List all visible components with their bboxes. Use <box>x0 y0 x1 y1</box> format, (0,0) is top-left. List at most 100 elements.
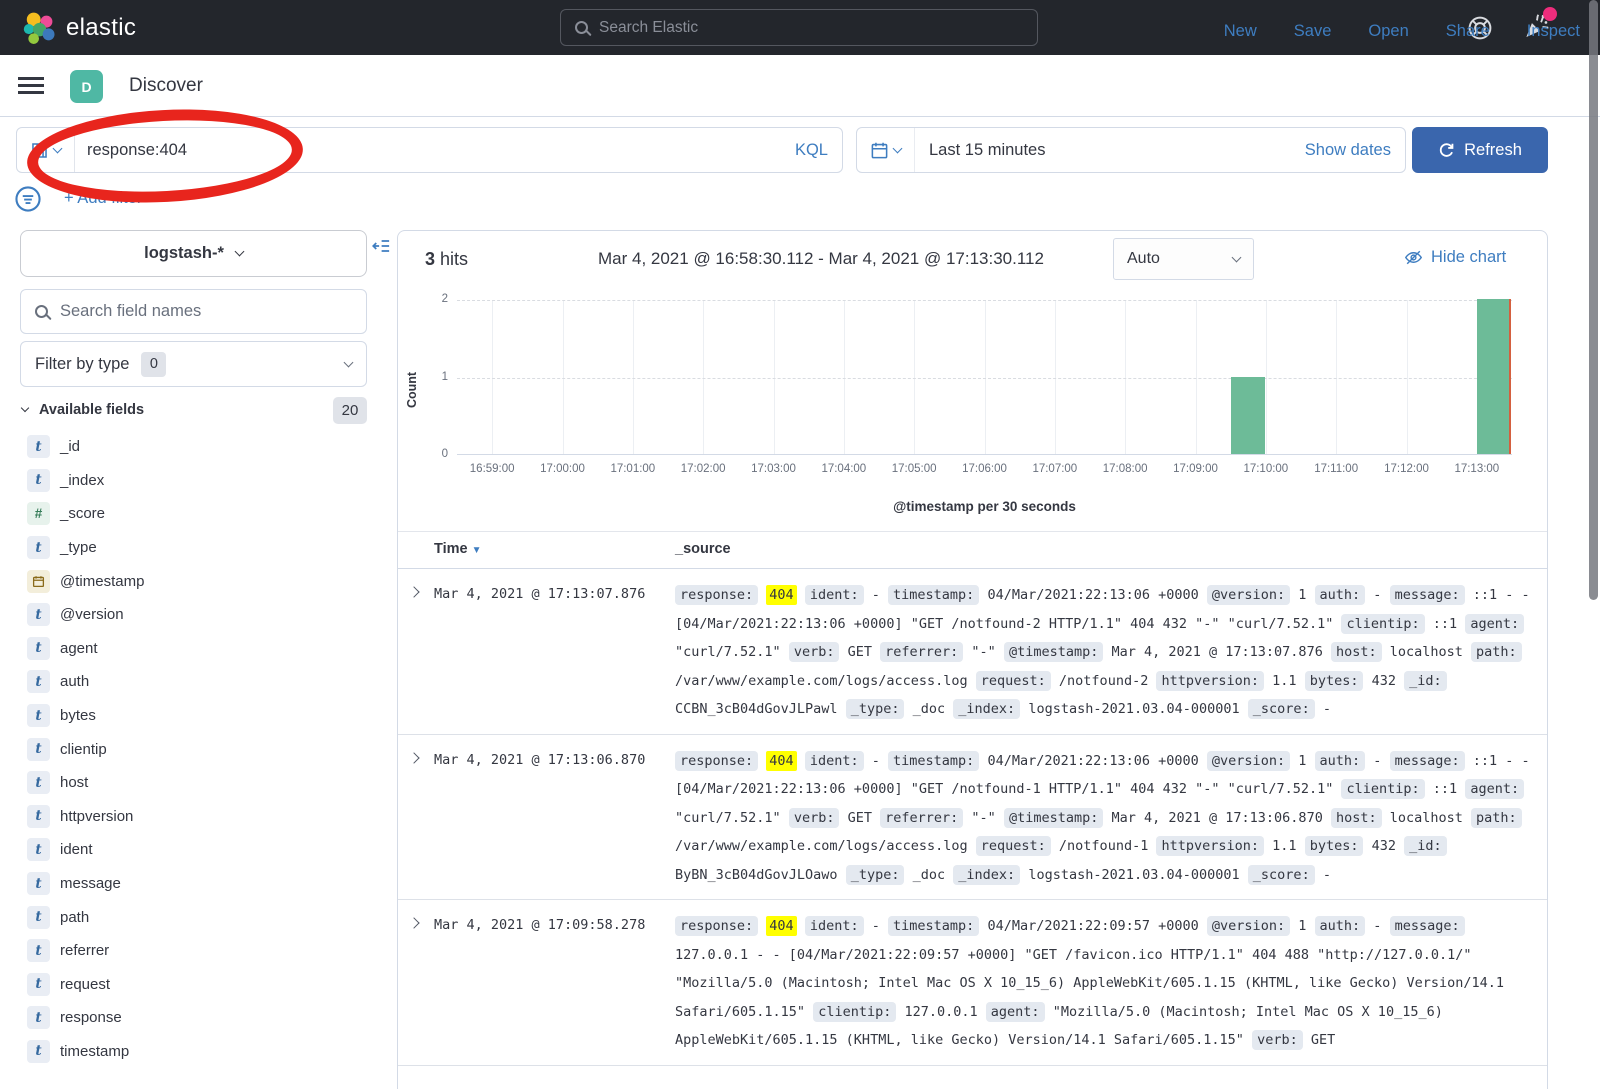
chevron-down-icon <box>53 143 63 153</box>
field-item-ident[interactable]: tident <box>20 833 367 867</box>
field-item-_index[interactable]: t_index <box>20 464 367 498</box>
saved-query-menu-button[interactable] <box>17 128 75 172</box>
time-range-button[interactable]: Last 15 minutes <box>915 141 1305 160</box>
field-name: host <box>60 774 88 791</box>
histogram-bar[interactable] <box>1477 299 1511 454</box>
field-item-timestamp[interactable]: ttimestamp <box>20 1035 367 1069</box>
field-item-request[interactable]: trequest <box>20 968 367 1002</box>
discover-app-badge[interactable]: D <box>70 70 103 103</box>
field-name-pill: timestamp: <box>888 916 979 936</box>
field-value: GET <box>848 810 872 826</box>
field-value: GET <box>1311 1032 1335 1048</box>
add-filter-button[interactable]: + Add filter <box>64 189 142 208</box>
calendar-icon <box>870 141 889 160</box>
y-tick-label: 1 <box>442 371 448 383</box>
available-fields-accordion[interactable]: Available fields 20 <box>22 396 367 424</box>
field-item-agent[interactable]: tagent <box>20 632 367 666</box>
query-input[interactable]: response:404 <box>75 141 795 160</box>
field-value: - <box>1373 587 1381 603</box>
quick-select-menu-button[interactable] <box>857 128 915 172</box>
expand-row-icon[interactable] <box>408 752 419 763</box>
field-name: path <box>60 909 89 926</box>
nav-action-share[interactable]: Share <box>1446 22 1490 41</box>
menu-icon[interactable] <box>18 77 44 94</box>
hide-chart-button[interactable]: Hide chart <box>1404 248 1506 267</box>
chevron-down-icon <box>893 143 903 153</box>
field-item-@version[interactable]: t@version <box>20 598 367 632</box>
number-field-icon: # <box>27 502 50 525</box>
field-name-pill: referrer: <box>880 808 963 828</box>
type-filter-count-badge: 0 <box>141 352 166 377</box>
x-tick-label: 17:06:00 <box>948 463 1022 475</box>
row-time: Mar 4, 2021 @ 17:13:06.870 <box>434 752 645 768</box>
field-item-referrer[interactable]: treferrer <box>20 934 367 968</box>
y-tick-label: 0 <box>442 448 448 460</box>
field-item-path[interactable]: tpath <box>20 900 367 934</box>
field-item-httpversion[interactable]: thttpversion <box>20 800 367 834</box>
histogram-bar[interactable] <box>1231 377 1265 455</box>
nav-action-new[interactable]: New <box>1224 22 1257 41</box>
string-field-icon: t <box>27 738 50 761</box>
index-pattern-selector[interactable]: logstash-* <box>20 230 367 277</box>
show-dates-button[interactable]: Show dates <box>1305 141 1405 160</box>
chart-time-range: Mar 4, 2021 @ 16:58:30.112 - Mar 4, 2021… <box>598 249 1044 269</box>
highlighted-value: 404 <box>766 916 796 936</box>
row-source: response: 404 ident: - timestamp: 04/Mar… <box>675 581 1543 724</box>
collapse-sidebar-icon[interactable] <box>371 236 391 261</box>
field-item-message[interactable]: tmessage <box>20 867 367 901</box>
field-name: _id <box>60 438 80 455</box>
field-name: clientip <box>60 741 107 758</box>
field-value: /var/www/example.com/logs/access.log <box>675 838 968 854</box>
field-item-_type[interactable]: t_type <box>20 531 367 565</box>
field-name-pill: _index: <box>953 699 1020 719</box>
expand-row-icon[interactable] <box>408 917 419 928</box>
expand-row-icon[interactable] <box>408 586 419 597</box>
field-value: 04/Mar/2021:22:13:06 +0000 <box>987 753 1198 769</box>
field-value: 432 <box>1372 838 1396 854</box>
field-name-pill: clientip: <box>1341 614 1424 634</box>
row-time: Mar 4, 2021 @ 17:09:58.278 <box>434 917 645 933</box>
column-header-time[interactable]: Time▼ <box>434 541 482 557</box>
table-row: Mar 4, 2021 @ 17:13:07.876response: 404 … <box>398 569 1547 735</box>
field-item-host[interactable]: thost <box>20 766 367 800</box>
interval-select[interactable]: Auto <box>1113 238 1254 280</box>
x-tick-label: 17:02:00 <box>666 463 740 475</box>
query-bar: response:404 KQL <box>16 127 843 173</box>
nav-action-inspect[interactable]: Inspect <box>1527 22 1580 41</box>
global-search-input[interactable]: Search Elastic <box>560 9 1038 46</box>
field-name-pill: _index: <box>953 865 1020 885</box>
field-value: "curl/7.52.1" <box>675 644 781 660</box>
field-item-bytes[interactable]: tbytes <box>20 699 367 733</box>
global-search-placeholder: Search Elastic <box>599 19 698 37</box>
field-item-response[interactable]: tresponse <box>20 1001 367 1035</box>
filter-icon[interactable] <box>14 185 42 218</box>
string-field-icon: t <box>27 1040 50 1063</box>
field-name: agent <box>60 640 98 657</box>
elastic-logo-icon[interactable] <box>22 11 56 45</box>
field-name-pill: path: <box>1471 642 1522 662</box>
field-item-auth[interactable]: tauth <box>20 665 367 699</box>
y-axis-title: Count <box>405 372 419 408</box>
string-field-icon: t <box>27 704 50 727</box>
field-name: auth <box>60 673 89 690</box>
search-icon <box>35 305 48 318</box>
nav-action-open[interactable]: Open <box>1368 22 1408 41</box>
filter-by-type-dropdown[interactable]: Filter by type 0 <box>20 341 367 387</box>
date-field-icon <box>27 570 50 593</box>
query-language-button[interactable]: KQL <box>795 141 842 160</box>
sort-desc-icon: ▼ <box>472 545 482 556</box>
field-value: - <box>1323 867 1331 883</box>
refresh-button[interactable]: Refresh <box>1412 127 1548 173</box>
scrollbar[interactable] <box>1589 0 1598 600</box>
field-search-input[interactable]: Search field names <box>20 289 367 334</box>
field-item-_score[interactable]: #_score <box>20 497 367 531</box>
field-name-pill: _type: <box>846 699 905 719</box>
field-name-pill: _type: <box>846 865 905 885</box>
field-value: - <box>1373 918 1381 934</box>
field-item-@timestamp[interactable]: @timestamp <box>20 564 367 598</box>
field-value: /notfound-1 <box>1059 838 1148 854</box>
field-item-_id[interactable]: t_id <box>20 430 367 464</box>
column-header-source[interactable]: _source <box>675 541 731 557</box>
field-item-clientip[interactable]: t clientip <box>20 732 367 766</box>
nav-action-save[interactable]: Save <box>1294 22 1332 41</box>
